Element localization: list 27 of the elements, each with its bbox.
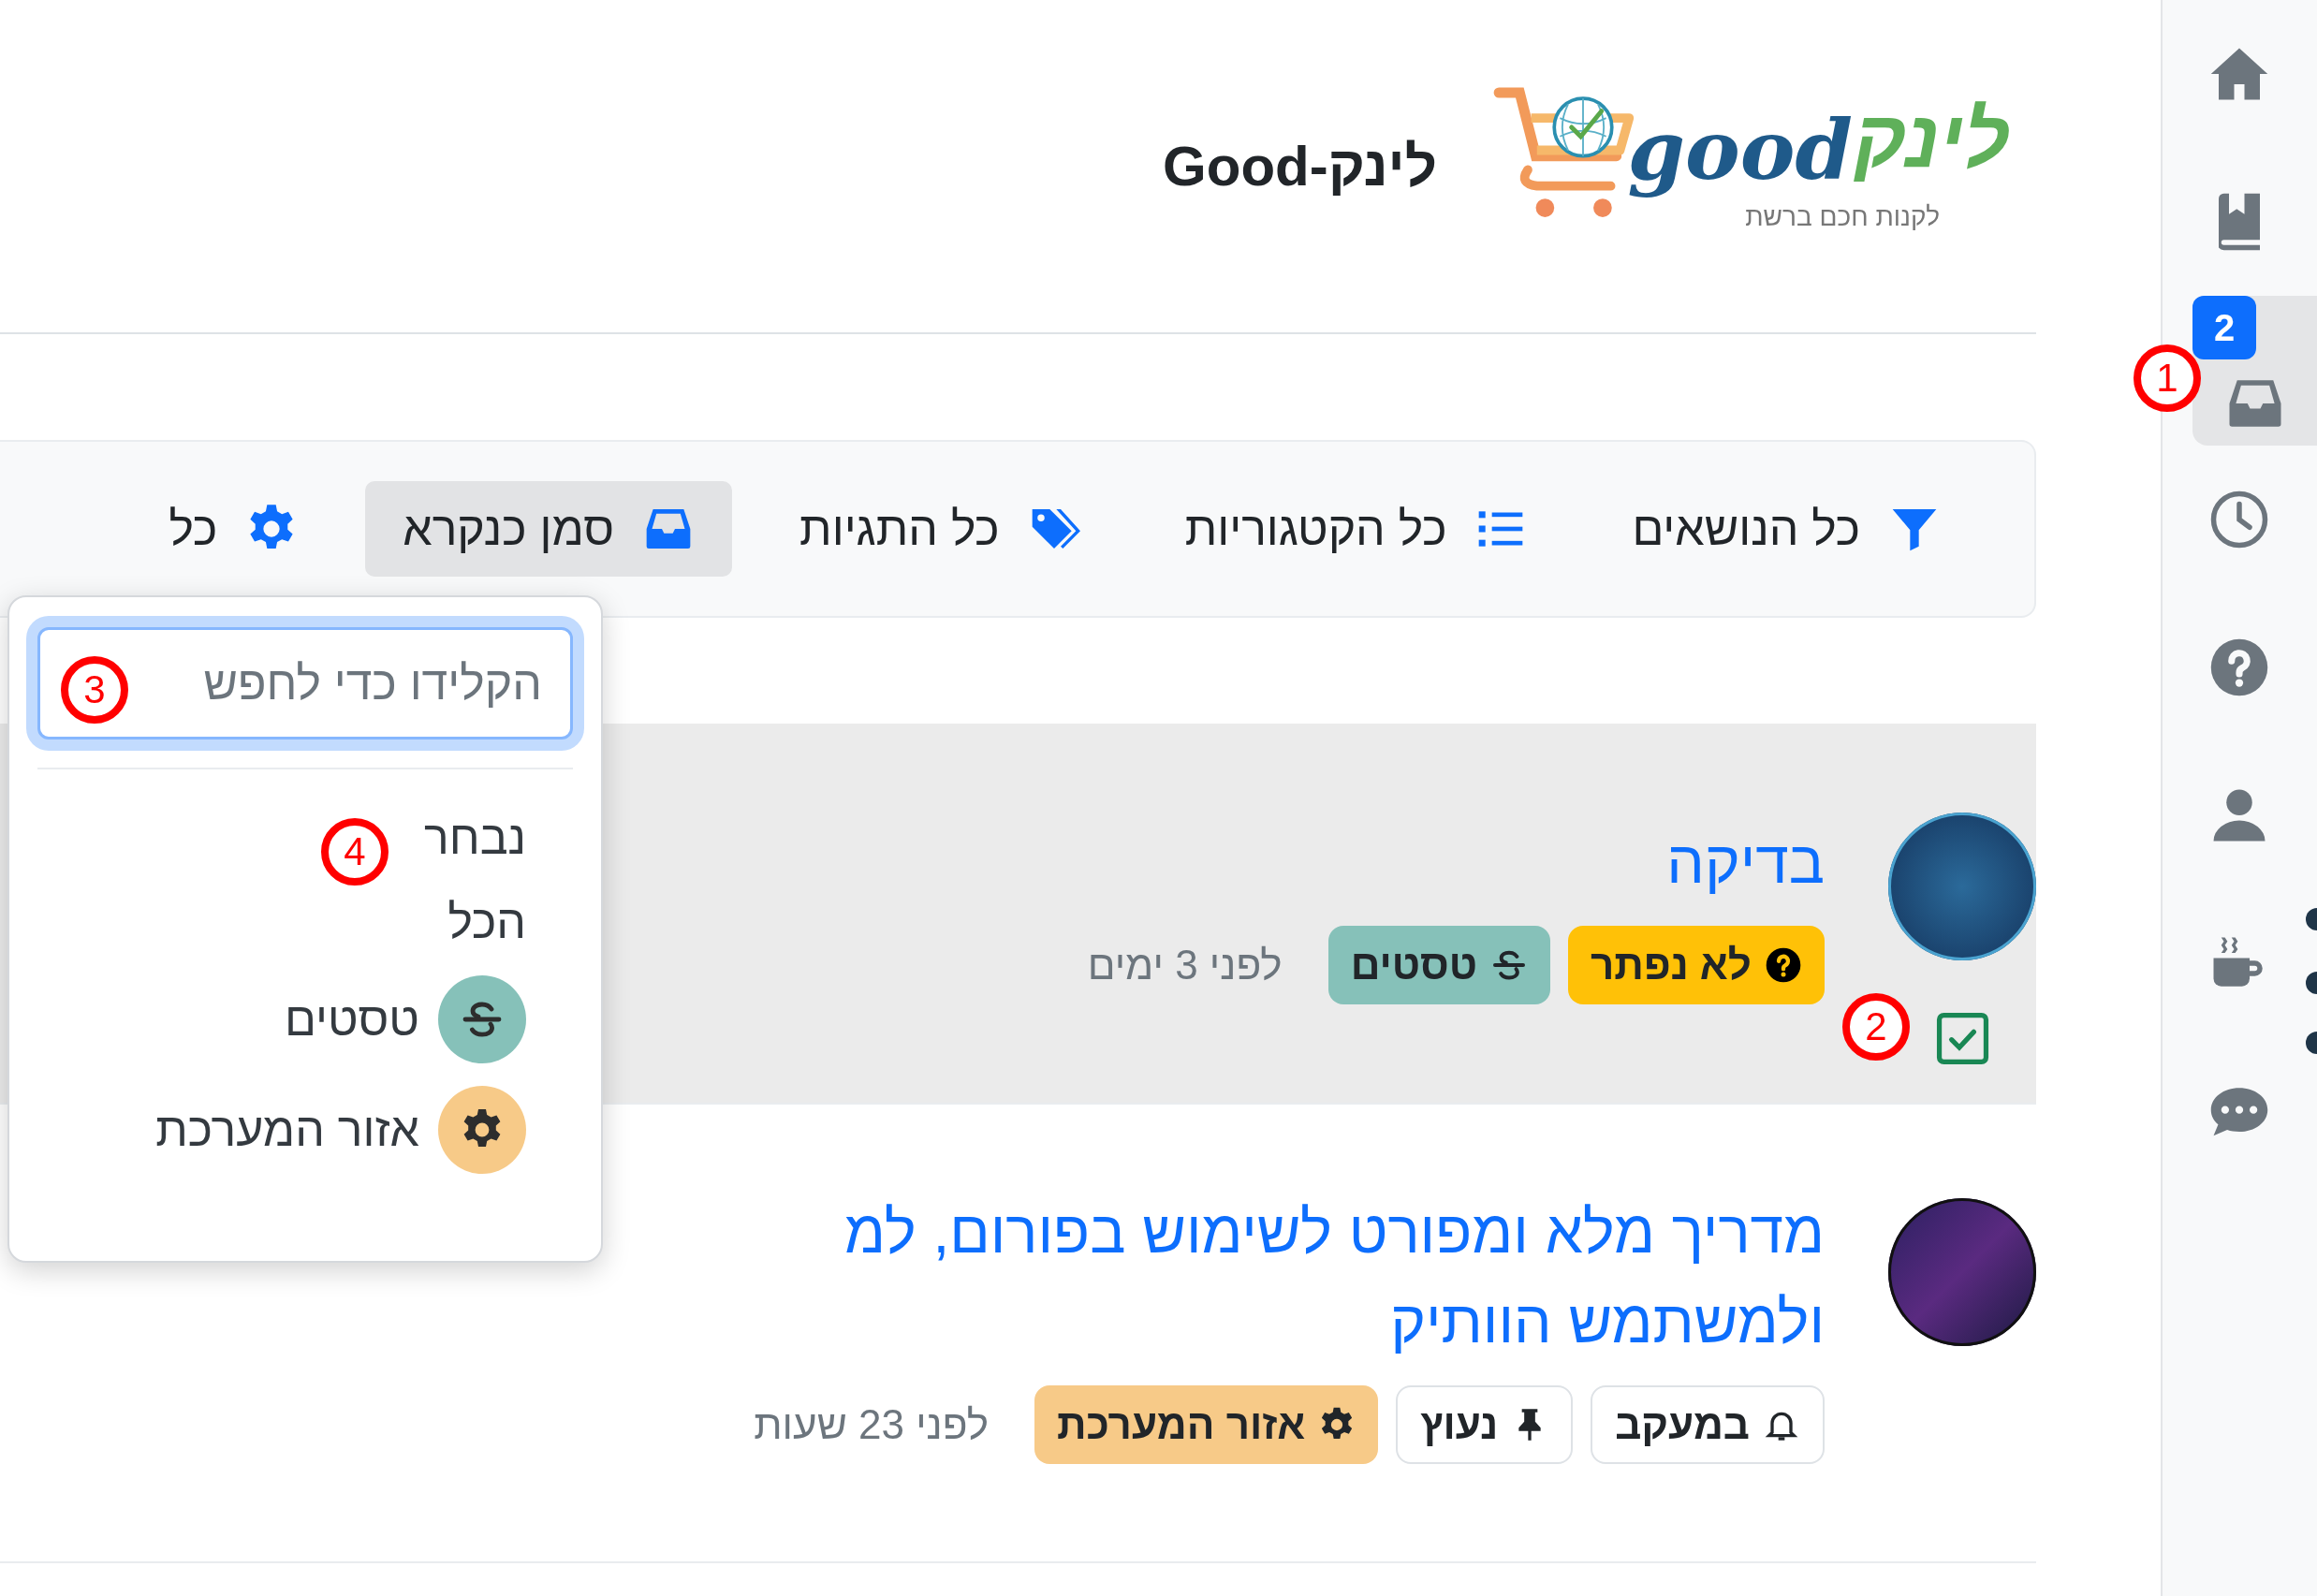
step-marker: 1 [2134,344,2201,412]
tag-badge[interactable]: אזור המערכת [1034,1385,1379,1464]
count-badge: 2 [2192,296,2256,359]
clock-icon[interactable] [2208,489,2270,550]
filter-button[interactable]: כל [131,481,336,577]
timestamp: לפני 3 ימים [1087,942,1283,988]
filter-button[interactable]: כל התגיות [762,481,1118,577]
checkbox[interactable] [1935,1012,1989,1065]
topic-title-link[interactable]: מדריך מלא ומפורט לשימוש בפורום, למ ולמשתמש הוותיק [844,1187,1825,1367]
tag-badge[interactable]: לא נפתר [1568,926,1825,1004]
help-icon[interactable] [2208,637,2270,698]
logo-tagline: לקנות חכם ברשת [1745,203,1940,230]
filter-button[interactable]: סמן כנקרא [365,481,733,577]
filter-button[interactable]: כל הנושאים [1594,481,1978,577]
site-title: לינק-Good [1163,134,1437,198]
topic-title-link[interactable]: בדיקה [1666,817,1825,907]
tag-badge[interactable]: נעוץ [1396,1385,1574,1464]
timestamp: לפני 23 שעות [754,1401,989,1448]
logo-text: good [1626,99,1854,200]
tag-badge[interactable]: טסטים [1327,926,1550,1004]
sidebar-item[interactable]: 2 [2192,296,2317,446]
menu-item[interactable]: נבחר [424,796,573,880]
question-icon [1765,946,1802,984]
menu-item[interactable]: הכל [447,880,573,964]
menu-item[interactable]: טסטים [285,964,573,1075]
tag-badge[interactable]: במעקב [1591,1385,1825,1464]
filter-button[interactable]: כל הקטגוריות [1147,481,1565,577]
